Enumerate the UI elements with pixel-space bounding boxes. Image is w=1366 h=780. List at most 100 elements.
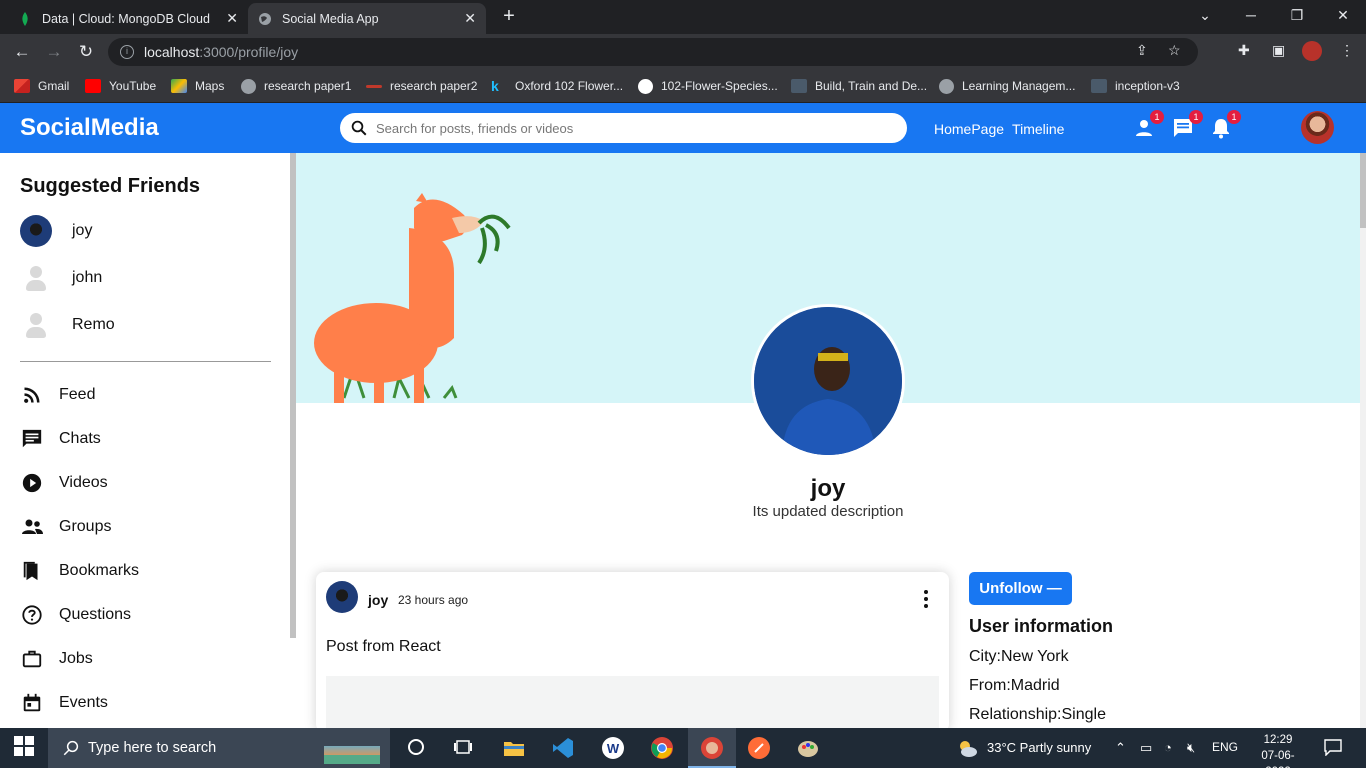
page-scrollbar[interactable]	[1360, 153, 1366, 728]
sidebar-item-events[interactable]: Events	[20, 691, 108, 715]
chrome-profile-active-icon[interactable]	[688, 728, 736, 768]
notification-center-icon[interactable]	[1324, 738, 1342, 759]
friend-name: Remo	[72, 316, 115, 333]
bookmark-maps[interactable]: Maps	[171, 77, 224, 95]
close-tab-icon[interactable]: ✕	[464, 10, 476, 27]
language-indicator[interactable]: ENG	[1212, 740, 1238, 754]
app-topbar: SocialMedia HomePage Timeline 1 1 1	[0, 103, 1366, 153]
bookmark-research-paper2[interactable]: research paper2	[366, 77, 477, 95]
bookmark-inception-v3[interactable]: inception-v3	[1091, 77, 1180, 95]
more-vert-icon[interactable]	[916, 588, 936, 610]
sidebar-item-questions[interactable]: Questions	[20, 603, 131, 627]
suggested-friend-remo[interactable]: Remo	[20, 309, 115, 341]
bookmark-learning-management[interactable]: Learning Managem...	[939, 77, 1075, 95]
briefcase-icon	[20, 647, 44, 671]
taskbar-search[interactable]: Type here to search	[48, 728, 390, 768]
post-username[interactable]: joy	[368, 592, 388, 608]
browser-tab-social-media[interactable]: Social Media App ✕	[248, 3, 486, 34]
avatar	[20, 215, 52, 247]
clock-date: 07-06-2022	[1261, 750, 1295, 778]
person-photo-icon	[754, 307, 902, 455]
sidebar-item-videos[interactable]: Videos	[20, 471, 108, 495]
avatar[interactable]	[326, 581, 358, 613]
bookmark-youtube[interactable]: YouTube	[85, 77, 156, 95]
minimize-button[interactable]: ─	[1228, 0, 1274, 30]
postman-icon[interactable]	[747, 736, 771, 760]
user-avatar[interactable]	[1301, 111, 1334, 144]
battery-icon[interactable]: ▭	[1140, 740, 1152, 756]
search-highlight-icon	[324, 734, 380, 764]
tds-icon	[1091, 79, 1107, 93]
sidebar-item-feed[interactable]: Feed	[20, 383, 95, 407]
back-icon[interactable]: ←	[12, 42, 32, 62]
homepage-link[interactable]: HomePage	[934, 121, 1004, 137]
bookmark-star-icon[interactable]: ☆	[1168, 42, 1181, 59]
bookmark-build-train[interactable]: Build, Train and De...	[791, 77, 927, 95]
messages-button[interactable]: 1	[1171, 110, 1203, 140]
suggested-friend-john[interactable]: john	[20, 262, 102, 294]
side-panel-icon[interactable]: ▣	[1272, 42, 1285, 59]
file-explorer-icon[interactable]	[502, 736, 526, 760]
app-logo[interactable]: SocialMedia	[20, 114, 159, 142]
taskbar-search-placeholder: Type here to search	[88, 740, 217, 756]
sidebar-item-chats[interactable]: Chats	[20, 427, 101, 451]
close-tab-icon[interactable]: ✕	[226, 10, 238, 27]
chrome-icon[interactable]	[650, 736, 674, 760]
weather-icon[interactable]	[956, 737, 978, 762]
cortana-icon[interactable]	[405, 736, 429, 760]
gmail-icon	[14, 79, 30, 93]
new-tab-button[interactable]: +	[498, 6, 520, 28]
globe-icon	[939, 78, 954, 94]
tab-title: Data | Cloud: MongoDB Cloud	[42, 11, 210, 26]
tab-search-icon[interactable]: ⌄	[1182, 0, 1228, 30]
share-icon[interactable]: ⇪	[1136, 42, 1148, 59]
sidebar-item-groups[interactable]: Groups	[20, 515, 111, 539]
address-bar-row: ← → ↻ i localhost:3000/profile/joy ⇪ ☆ ✚…	[0, 34, 1366, 70]
scrollbar-thumb[interactable]	[1360, 153, 1366, 228]
extensions-icon[interactable]: ✚	[1238, 42, 1250, 59]
task-view-icon[interactable]	[452, 736, 476, 760]
menu-kebab-icon[interactable]: ⋮	[1340, 42, 1354, 59]
rss-feed-icon	[20, 383, 44, 407]
help-circle-icon	[20, 603, 44, 627]
reload-icon[interactable]: ↻	[76, 42, 96, 62]
app-w-icon[interactable]: W	[601, 736, 625, 760]
browser-tab-mongodb[interactable]: Data | Cloud: MongoDB Cloud ✕	[8, 3, 248, 34]
timeline-link[interactable]: Timeline	[1012, 121, 1064, 137]
profile-avatar[interactable]	[751, 304, 905, 458]
url-bar[interactable]: i localhost:3000/profile/joy	[108, 38, 1198, 66]
left-sidebar: Suggested Friends joy john Remo Feed Cha…	[0, 153, 296, 728]
globe-icon	[258, 12, 272, 26]
search-icon	[63, 740, 79, 756]
vscode-icon[interactable]	[551, 736, 575, 760]
unfollow-button[interactable]: Unfollow —	[969, 572, 1072, 605]
bookmark-research-paper1[interactable]: research paper1	[241, 77, 351, 95]
forward-icon[interactable]: →	[44, 42, 64, 62]
tds-icon	[791, 79, 807, 93]
search-bar[interactable]	[340, 113, 907, 143]
restore-button[interactable]: ❐	[1274, 0, 1320, 30]
bookmark-flower-species[interactable]: 102-Flower-Species...	[638, 77, 778, 95]
paint-icon[interactable]	[796, 736, 820, 760]
sidebar-item-bookmarks[interactable]: Bookmarks	[20, 559, 139, 583]
github-icon	[638, 78, 653, 94]
taskbar-clock[interactable]: 12:29 07-06-2022	[1250, 732, 1306, 780]
suggested-friend-joy[interactable]: joy	[20, 215, 92, 247]
user-info-relationship: Relationship:Single	[969, 706, 1106, 723]
search-input[interactable]	[376, 120, 876, 136]
default-avatar-icon	[20, 309, 52, 341]
windows-start-icon[interactable]	[14, 736, 38, 760]
site-info-icon[interactable]: i	[120, 45, 134, 59]
bookmark-gmail[interactable]: Gmail	[14, 77, 69, 95]
close-window-button[interactable]: ✕	[1320, 0, 1366, 30]
friend-requests-button[interactable]: 1	[1132, 110, 1164, 140]
suggested-friends-title: Suggested Friends	[20, 175, 201, 197]
show-hidden-icons-icon[interactable]: ⌃	[1115, 740, 1126, 756]
sidebar-item-jobs[interactable]: Jobs	[20, 647, 93, 671]
weather-text[interactable]: 33°C Partly sunny	[987, 740, 1091, 755]
wifi-icon[interactable]: ◔	[1164, 740, 1172, 755]
volume-muted-icon[interactable]: 🔇︎	[1187, 740, 1195, 756]
bookmark-oxford-flowers[interactable]: k Oxford 102 Flower...	[491, 77, 623, 95]
notifications-button[interactable]: 1	[1209, 110, 1241, 140]
profile-avatar[interactable]	[1302, 41, 1322, 61]
